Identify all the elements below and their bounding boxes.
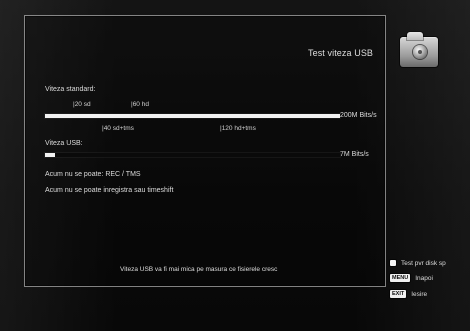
standard-speed-label: Viteza standard: — [45, 86, 96, 93]
usb-speed-rate: 7M Bits/s — [340, 151, 369, 158]
status-line-2: Acum nu se poate inregistra sau timeshif… — [45, 187, 174, 194]
legend-row-back: MENU Inapoi — [390, 273, 433, 283]
usb-speed-label: Viteza USB: — [45, 140, 83, 147]
legend-exit-label: Iesire — [411, 290, 428, 298]
standard-speed-rate: 200M Bits/s — [340, 112, 377, 119]
standard-marker-40sdtms: |40 sd+tms — [102, 125, 134, 132]
footer-message: Viteza USB va fi mai mica pe masura ce f… — [120, 266, 278, 273]
status-line-1: Acum nu se poate: REC / TMS — [45, 171, 141, 178]
standard-marker-60hd: |60 hd — [131, 101, 149, 108]
folder-disc-icon — [400, 32, 438, 67]
usb-speed-fill — [45, 153, 56, 157]
legend-back-label: Inapoi — [415, 274, 433, 282]
usb-speed-bar — [45, 153, 340, 157]
white-key-icon — [390, 260, 396, 266]
standard-marker-120hdtms: |120 hd+tms — [220, 125, 256, 132]
standard-speed-bar — [45, 114, 340, 118]
legend-row-exit: EXIT Iesire — [390, 289, 427, 299]
page-title: Test viteza USB — [308, 48, 374, 58]
exit-key-icon: EXIT — [390, 290, 407, 298]
disc-icon — [413, 45, 427, 59]
standard-marker-20sd: |20 sd — [73, 101, 91, 108]
legend-test-pvr-label: Test pvr disk sp — [401, 259, 446, 267]
standard-speed-fill — [45, 114, 340, 118]
legend-row-test-pvr: Test pvr disk sp — [390, 258, 446, 268]
menu-key-icon: MENU — [390, 274, 411, 282]
